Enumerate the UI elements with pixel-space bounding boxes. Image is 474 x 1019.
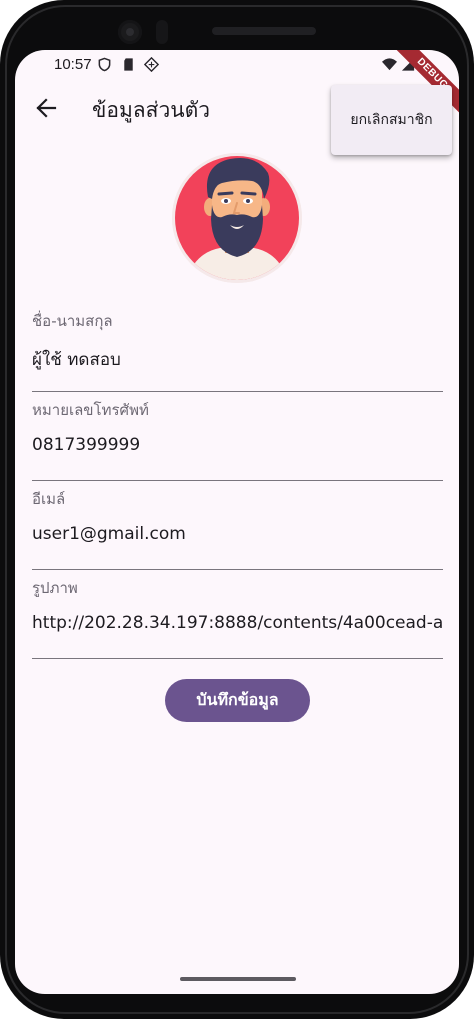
sd-card-icon [121,57,136,72]
name-label: ชื่อ-นามสกุล [32,312,113,330]
status-time: 10:57 [54,56,92,73]
front-camera [118,20,142,44]
name-field[interactable]: ชื่อ-นามสกุล ผู้ใช้ ทดสอบ [32,309,443,392]
earpiece-speaker [212,27,316,35]
page-title: ข้อมูลส่วนตัว [92,98,211,122]
email-value[interactable]: user1@gmail.com [32,524,443,544]
home-indicator[interactable] [180,977,296,981]
menu-item-cancel-membership[interactable]: ยกเลิกสมาชิก [331,85,452,155]
phone-label: หมายเลขโทรศัพท์ [32,401,149,419]
shield-icon [97,57,112,72]
back-button[interactable] [27,88,67,128]
email-label: อีเมล์ [32,490,66,508]
popup-menu: ยกเลิกสมาชิก [331,85,452,155]
save-button[interactable]: บันทึกข้อมูล [165,679,310,722]
phone-value[interactable]: 0817399999 [32,435,443,455]
image-url-field[interactable]: รูปภาพ http://202.28.34.197:8888/content… [32,576,443,659]
phone-frame: 10:57 DEBUG ข้อมูลส่วนตัว ชื่อ-นามสกุล ผ… [0,0,474,1019]
image-url-label: รูปภาพ [32,579,78,597]
phone-field[interactable]: หมายเลขโทรศัพท์ 0817399999 [32,398,443,481]
status-bar: 10:57 DEBUG [15,50,459,119]
email-field[interactable]: อีเมล์ user1@gmail.com [32,487,443,570]
image-url-value[interactable]: http://202.28.34.197:8888/contents/4a00c… [32,613,443,633]
name-value[interactable]: ผู้ใช้ ทดสอบ [32,346,443,373]
proximity-sensor [156,20,168,44]
arrow-back-icon [36,98,57,118]
avatar [172,153,302,283]
wifi-icon [381,57,398,72]
app-screen: 10:57 DEBUG ข้อมูลส่วนตัว ชื่อ-นามสกุล ผ… [15,50,459,994]
debug-badge-icon [143,56,160,73]
bearded-man-avatar-icon [172,153,302,283]
